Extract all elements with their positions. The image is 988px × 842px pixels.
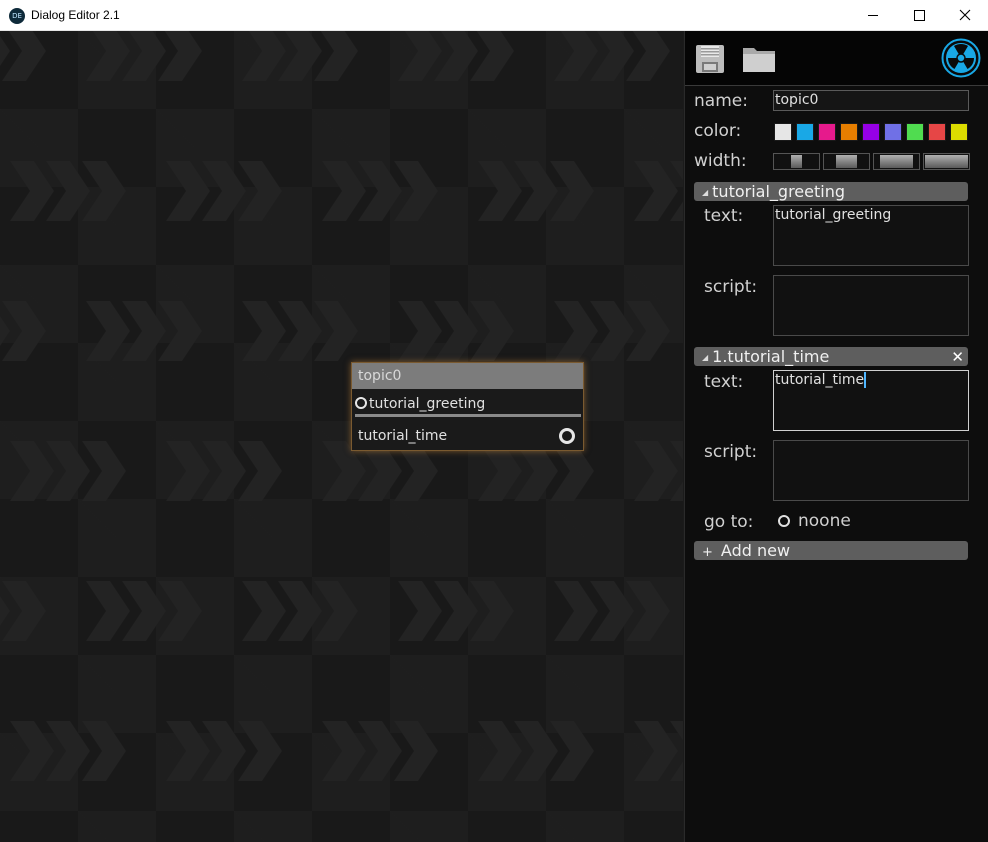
width-option-1[interactable] bbox=[773, 153, 820, 170]
node-input-row: tutorial_greeting bbox=[355, 394, 485, 414]
text-caret bbox=[864, 372, 867, 388]
toolbar bbox=[685, 31, 988, 86]
app-logo-icon: DE bbox=[9, 8, 25, 24]
graph-canvas[interactable]: topic0 tutorial_greeting tutorial_time bbox=[0, 31, 683, 842]
plus-icon: + bbox=[702, 545, 713, 560]
section-header-response[interactable]: ◢ 1.tutorial_time ✕ bbox=[694, 347, 968, 366]
goto-label: go to: bbox=[704, 512, 754, 532]
goto-target[interactable]: noone bbox=[798, 511, 851, 531]
node-output-label: tutorial_time bbox=[358, 428, 448, 444]
close-icon bbox=[959, 9, 971, 21]
text-label: text: bbox=[704, 372, 744, 392]
section-title: tutorial_greeting bbox=[712, 182, 845, 201]
title-bar: DE Dialog Editor 2.1 bbox=[0, 0, 988, 31]
add-new-label: Add new bbox=[720, 541, 791, 560]
color-swatch-lavender[interactable] bbox=[884, 123, 902, 141]
width-option-2[interactable] bbox=[823, 153, 870, 170]
node-title[interactable]: topic0 bbox=[352, 363, 583, 389]
minimize-button[interactable] bbox=[850, 0, 896, 30]
node-divider bbox=[355, 414, 581, 417]
color-swatch-pink[interactable] bbox=[818, 123, 836, 141]
text-label: text: bbox=[704, 206, 744, 226]
greeting-text-input[interactable]: tutorial_greeting bbox=[773, 205, 969, 266]
section-header-greeting[interactable]: ◢ tutorial_greeting bbox=[694, 182, 968, 201]
response-script-input[interactable] bbox=[773, 440, 969, 501]
width-option-3[interactable] bbox=[873, 153, 920, 170]
color-swatch-green[interactable] bbox=[906, 123, 924, 141]
node-input-label: tutorial_greeting bbox=[369, 396, 486, 412]
greeting-script-input[interactable] bbox=[773, 275, 969, 336]
color-swatch-orange[interactable] bbox=[840, 123, 858, 141]
response-text-value: tutorial_time bbox=[775, 372, 865, 388]
maximize-button[interactable] bbox=[896, 0, 942, 30]
section-title: 1.tutorial_time bbox=[712, 347, 830, 366]
remove-response-icon[interactable]: ✕ bbox=[951, 348, 964, 367]
name-input[interactable]: topic0 bbox=[773, 90, 969, 111]
collapse-triangle-icon: ◢ bbox=[702, 353, 709, 362]
collapse-triangle-icon: ◢ bbox=[702, 188, 709, 197]
script-label: script: bbox=[704, 277, 758, 297]
topic-node[interactable]: topic0 tutorial_greeting tutorial_time bbox=[351, 362, 584, 451]
script-label: script: bbox=[704, 442, 758, 462]
radiation-icon[interactable] bbox=[941, 38, 981, 78]
width-label: width: bbox=[694, 151, 747, 171]
properties-panel: name: topic0 color: width: ◢ tutorial_gre… bbox=[684, 31, 988, 842]
output-port-icon[interactable] bbox=[559, 428, 575, 444]
add-new-button[interactable]: + Add new bbox=[694, 541, 968, 560]
name-label: name: bbox=[694, 91, 748, 111]
color-swatch-white[interactable] bbox=[774, 123, 792, 141]
width-option-4[interactable] bbox=[923, 153, 970, 170]
color-swatch-blue[interactable] bbox=[796, 123, 814, 141]
color-swatch-purple[interactable] bbox=[862, 123, 880, 141]
folder-icon[interactable] bbox=[742, 44, 776, 74]
window-title: Dialog Editor 2.1 bbox=[31, 8, 120, 22]
color-label: color: bbox=[694, 121, 742, 141]
goto-port-icon[interactable] bbox=[778, 515, 790, 527]
input-port-icon[interactable] bbox=[355, 397, 367, 409]
color-swatch-red[interactable] bbox=[928, 123, 946, 141]
save-icon[interactable] bbox=[695, 44, 725, 74]
color-swatch-yellow[interactable] bbox=[950, 123, 968, 141]
close-window-button[interactable] bbox=[942, 0, 988, 30]
response-text-input[interactable]: tutorial_time bbox=[773, 370, 969, 431]
